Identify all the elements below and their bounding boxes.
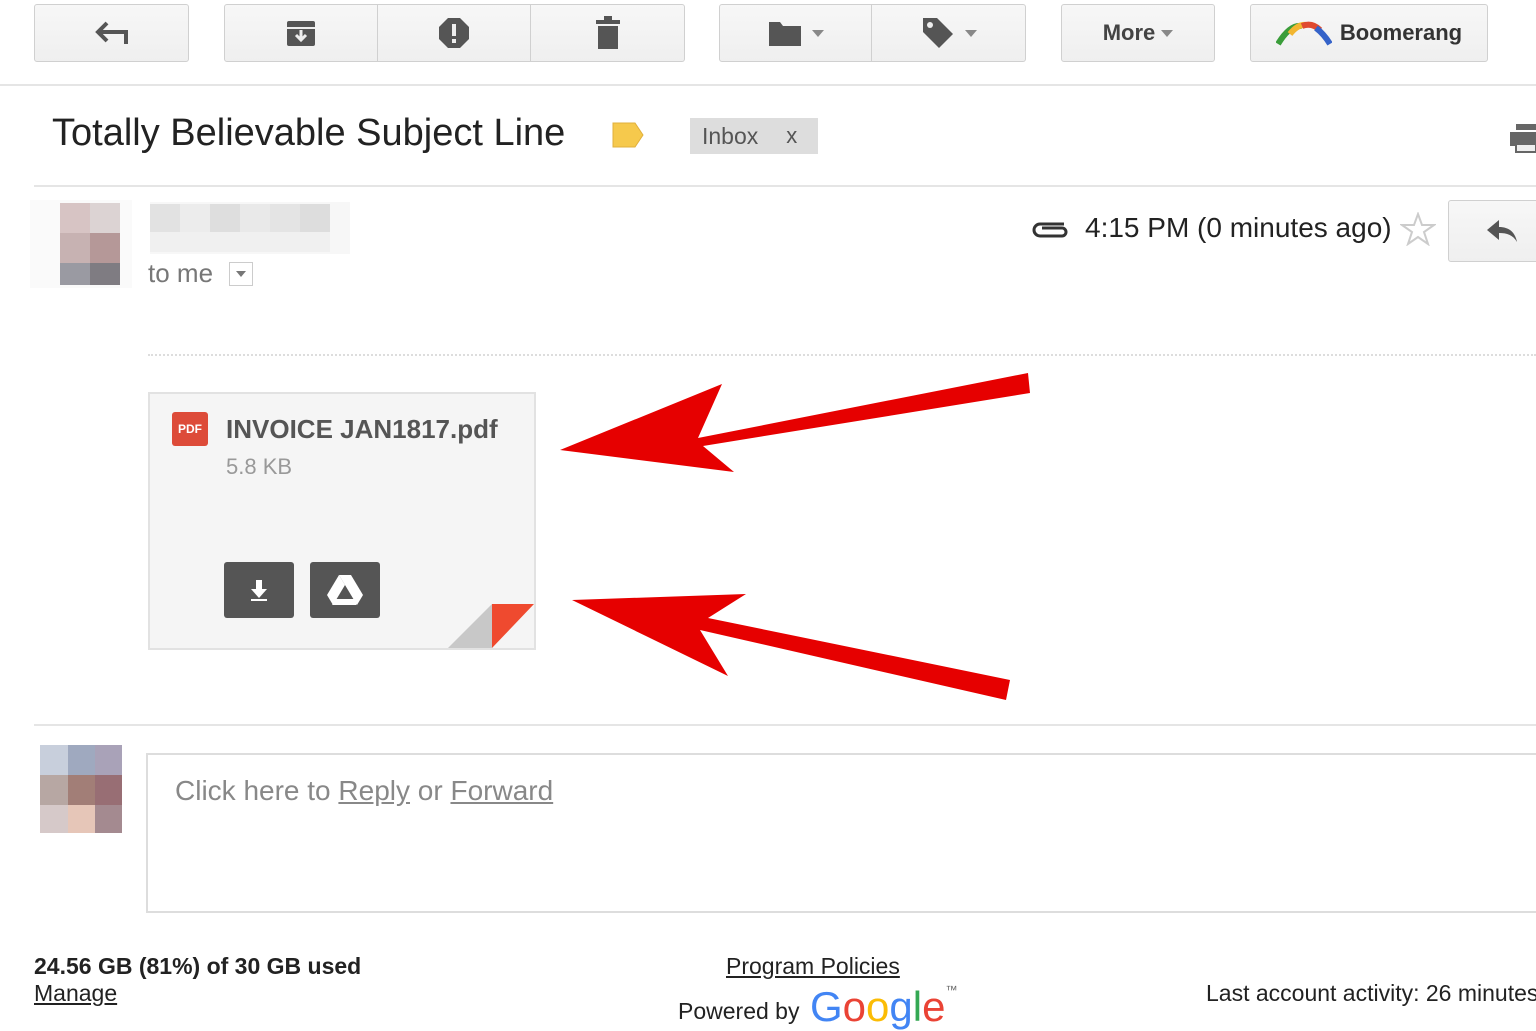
paperclip-icon xyxy=(1032,222,1068,238)
pdf-file-icon: PDF xyxy=(172,412,208,446)
recipient-to-me: to me xyxy=(148,258,214,288)
reply-divider xyxy=(34,724,1536,726)
attachment-card[interactable]: PDF INVOICE JAN1817.pdf 5.8 KB xyxy=(148,392,536,650)
sender-name-redacted xyxy=(150,202,350,254)
tag-icon xyxy=(922,18,953,48)
more-button[interactable]: More xyxy=(1061,4,1215,62)
report-spam-button[interactable] xyxy=(378,4,531,62)
back-arrow-icon xyxy=(94,21,128,44)
chevron-down-icon xyxy=(1161,29,1174,37)
spam-icon xyxy=(439,18,469,48)
subject-divider xyxy=(34,185,1536,187)
more-label: More xyxy=(1102,20,1156,45)
action-button-group xyxy=(224,4,685,62)
print-icon[interactable] xyxy=(1510,124,1536,154)
last-account-activity: Last account activity: 26 minutes ago xyxy=(1206,980,1536,1006)
forward-link[interactable]: Forward xyxy=(450,775,553,806)
inbox-label-text: Inbox xyxy=(702,122,759,149)
boomerang-button[interactable]: Boomerang xyxy=(1250,4,1488,62)
remove-label-button[interactable]: x xyxy=(786,123,797,149)
star-icon[interactable] xyxy=(1400,212,1436,246)
reply-button[interactable] xyxy=(1448,200,1536,262)
folder-icon xyxy=(768,22,801,46)
labels-button[interactable] xyxy=(872,4,1026,62)
archive-icon xyxy=(287,21,315,46)
page-curl-corner xyxy=(448,604,534,648)
important-marker-icon[interactable] xyxy=(612,122,644,148)
message-timestamp: 4:15 PM (0 minutes ago) xyxy=(1085,212,1392,243)
my-avatar xyxy=(40,745,122,833)
boomerang-logo-icon xyxy=(1275,21,1332,46)
back-button[interactable] xyxy=(34,4,189,62)
annotation-arrow-bottom xyxy=(572,594,1010,700)
toolbar-divider xyxy=(0,84,1536,86)
download-attachment-button[interactable] xyxy=(224,562,294,618)
annotation-arrow-top xyxy=(560,373,1030,472)
trash-icon xyxy=(595,16,620,49)
sender-avatar[interactable] xyxy=(30,200,132,288)
storage-usage: 24.56 GB (81%) of 30 GB used xyxy=(34,953,362,979)
save-to-drive-button[interactable] xyxy=(310,562,380,618)
move-to-button[interactable] xyxy=(719,4,872,62)
reply-box[interactable]: Click here to Reply or Forward xyxy=(146,753,1536,913)
reply-arrow-icon xyxy=(1487,220,1517,242)
inbox-label-chip: Inbox x xyxy=(690,118,818,154)
archive-button[interactable] xyxy=(224,4,378,62)
boomerang-label: Boomerang xyxy=(1339,20,1463,45)
google-drive-icon xyxy=(327,575,363,605)
powered-by-text: Powered by xyxy=(678,998,800,1024)
program-policies-link[interactable]: Program Policies xyxy=(726,953,900,980)
message-body-divider xyxy=(148,354,1536,356)
reply-prompt-prefix: Click here to xyxy=(175,775,339,806)
manage-storage-link[interactable]: Manage xyxy=(34,980,117,1007)
chevron-down-icon xyxy=(236,271,246,277)
download-icon xyxy=(251,580,267,601)
delete-button[interactable] xyxy=(531,4,685,62)
reply-prompt-or: or xyxy=(410,775,451,806)
reply-link[interactable]: Reply xyxy=(338,775,410,806)
email-subject: Totally Believable Subject Line xyxy=(52,112,566,154)
chevron-down-icon xyxy=(964,29,977,37)
chevron-down-icon xyxy=(811,29,824,37)
show-details-button[interactable] xyxy=(229,262,253,286)
attachment-filename: INVOICE JAN1817.pdf xyxy=(226,414,498,444)
annotation-arrows xyxy=(560,373,1030,700)
organize-button-group xyxy=(719,4,1026,62)
reply-prompt: Click here to Reply or Forward xyxy=(175,775,553,807)
attachment-size: 5.8 KB xyxy=(226,454,293,479)
